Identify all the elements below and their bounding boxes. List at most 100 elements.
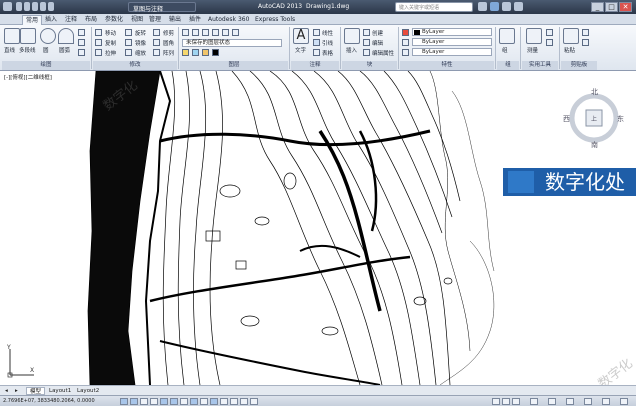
paste-icon[interactable] [563,28,579,44]
arc-icon[interactable] [58,28,74,44]
tab-plugins[interactable]: 插件 [186,15,204,25]
otrack-toggle[interactable] [190,398,198,405]
tab-layout2[interactable]: Layout2 [74,387,102,395]
measure-icon[interactable] [526,28,542,44]
trim-icon[interactable] [153,29,160,36]
line-tool-label[interactable]: 直线 [4,46,15,54]
tab-nav-last-icon[interactable]: ▸ [12,387,21,395]
group-icon[interactable] [499,28,515,44]
tab-model[interactable]: 模型 [26,387,46,395]
group-panel-label[interactable]: 组 [497,61,519,70]
lightbulb-icon[interactable] [182,49,189,56]
maximize-button[interactable]: □ [605,2,618,12]
paste-tool-label[interactable]: 粘贴 [564,46,575,54]
layer-lock-icon[interactable] [212,29,219,36]
viewcube[interactable]: 北 南 东 西 上 [563,87,625,149]
mirror-icon[interactable] [125,39,132,46]
drawing-area[interactable]: [-][俯视][二维线框] 北 南 东 西 上 数字化处 数字化 数字化 Y X [0,71,636,385]
lineweight-icon[interactable] [402,49,409,56]
tab-layout[interactable]: 布局 [82,15,100,25]
layer-panel-label[interactable]: 图层 [180,61,288,70]
viewcube-east[interactable]: 东 [617,114,624,124]
linetype-dropdown[interactable]: ByLayer [412,38,492,46]
help-icon[interactable] [514,2,523,11]
block-panel-label[interactable]: 块 [342,61,397,70]
tab-autodesk-360[interactable]: Autodesk 360 [205,15,252,25]
calculator-icon[interactable] [546,39,553,46]
rotate-tool-label[interactable]: 旋转 [135,29,146,37]
search-input[interactable]: 键入关键字或短语 [395,2,473,12]
copy-tool-label[interactable]: 复制 [105,39,116,47]
utilities-panel-label[interactable]: 实用工具 [522,61,558,70]
text-icon[interactable]: A [293,28,309,44]
measure-tool-label[interactable]: 测量 [527,46,538,54]
workspace-dropdown[interactable]: 草图与注释 [128,2,196,13]
open-icon[interactable] [24,2,30,11]
rectangle-icon[interactable] [78,29,85,36]
lock-ui-icon[interactable] [566,398,574,405]
arc-tool-label[interactable]: 圆弧 [59,46,70,54]
grid-toggle[interactable] [140,398,148,405]
edit-block-icon[interactable] [363,39,370,46]
tab-home[interactable]: 常用 [22,15,43,25]
workspace-switch-icon[interactable] [548,398,556,405]
create-block-icon[interactable] [363,29,370,36]
group-tool-label[interactable]: 组 [502,46,508,54]
tab-view[interactable]: 视图 [128,15,146,25]
tab-express-tools[interactable]: Express Tools [252,15,298,25]
tab-annotate[interactable]: 注释 [62,15,80,25]
scale-tool-label[interactable]: 缩放 [135,49,146,57]
array-tool-label[interactable]: 阵列 [163,49,174,57]
fillet-tool-label[interactable]: 圆角 [163,39,174,47]
table-icon[interactable] [313,49,320,56]
polar-toggle[interactable] [160,398,168,405]
undo-icon[interactable] [40,2,46,11]
trim-tool-label[interactable]: 修剪 [163,29,174,37]
3d-osnap-toggle[interactable] [180,398,188,405]
selection-cycling-toggle[interactable] [250,398,258,405]
sign-in-icon[interactable] [490,2,499,11]
cut-icon[interactable] [582,29,589,36]
viewcube-south[interactable]: 南 [591,140,598,150]
insert-block-icon[interactable] [344,28,360,44]
circle-icon[interactable] [40,28,56,44]
layer-properties-icon[interactable] [182,29,189,36]
model-space-icon[interactable] [492,398,500,405]
layer-freeze-icon[interactable] [192,29,199,36]
copy-clip-icon[interactable] [582,39,589,46]
tab-insert[interactable]: 插入 [42,15,60,25]
modify-panel-label[interactable]: 修改 [93,61,177,70]
search-icon[interactable] [478,2,487,11]
linear-tool-label[interactable]: 线性 [322,29,333,37]
viewcube-west[interactable]: 西 [563,114,570,124]
viewcube-top[interactable]: 上 [591,114,597,123]
move-icon[interactable] [95,29,102,36]
edit-tool-label[interactable]: 编辑 [372,39,383,47]
tab-nav-first-icon[interactable]: ◂ [2,387,11,395]
edit-attributes-label[interactable]: 编辑属性 [372,49,394,57]
layer-off-icon[interactable] [202,29,209,36]
table-tool-label[interactable]: 表格 [322,49,333,57]
ducs-toggle[interactable] [200,398,208,405]
viewcube-north[interactable]: 北 [591,87,598,97]
annotation-scale-icon[interactable] [530,398,538,405]
mirror-tool-label[interactable]: 镜像 [135,39,146,47]
minimize-button[interactable]: _ [591,2,604,12]
exchange-icon[interactable] [502,2,511,11]
circle-tool-label[interactable]: 圆 [43,46,49,54]
viewport-controls-label[interactable]: [-][俯视][二维线框] [4,73,52,81]
osnap-toggle[interactable] [170,398,178,405]
polyline-icon[interactable] [20,28,36,44]
coordinate-readout[interactable]: 2.7696E+07, 3833480.2064, 0.0000 [3,398,95,404]
snap-toggle[interactable] [130,398,138,405]
stretch-icon[interactable] [95,49,102,56]
text-tool-label[interactable]: 文字 [295,46,306,54]
leader-tool-label[interactable]: 引线 [322,39,333,47]
scale-icon[interactable] [125,49,132,56]
linear-dimension-icon[interactable] [313,29,320,36]
insert-tool-label[interactable]: 插入 [346,46,357,54]
copy-icon[interactable] [95,39,102,46]
fillet-icon[interactable] [153,39,160,46]
infer-constraints-toggle[interactable] [120,398,128,405]
lineweight-dropdown[interactable]: ByLayer [412,48,492,56]
